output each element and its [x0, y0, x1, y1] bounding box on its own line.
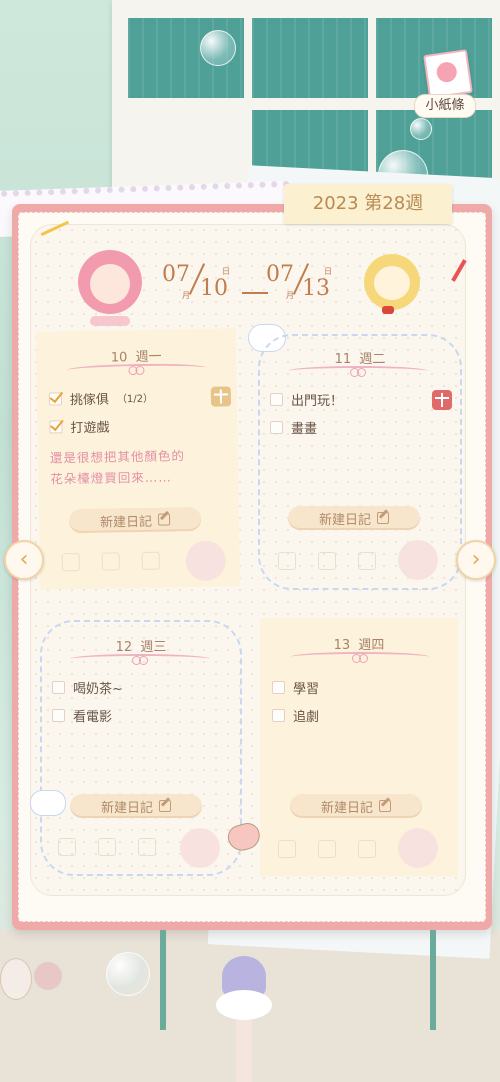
sticker-slot[interactable] — [61, 553, 80, 572]
yellow-cat-character-icon — [352, 246, 432, 326]
bubble-decoration — [200, 30, 236, 66]
bow-icon — [352, 654, 368, 663]
end-day-unit: 日 — [324, 267, 332, 276]
sticker-slot[interactable] — [358, 840, 376, 858]
start-day: 10 — [200, 276, 228, 301]
task-item[interactable]: 出門玩！ — [270, 388, 343, 410]
weekday-label: 週一 — [135, 349, 162, 366]
table-leg — [430, 930, 436, 1030]
bow-icon — [350, 368, 366, 377]
date-dash — [242, 292, 268, 294]
sticker-slot[interactable] — [141, 551, 160, 570]
task-text: 喝奶茶~ — [73, 681, 123, 697]
sticker-slot[interactable] — [138, 838, 156, 856]
end-month: 07 — [266, 262, 294, 287]
note-photo-icon — [423, 49, 473, 99]
sticker-slot[interactable] — [58, 838, 76, 856]
task-item[interactable]: 挑傢俱 （1/2） — [48, 386, 154, 410]
bear-paw-charm-icon — [0, 958, 32, 1000]
day-card-tuesday: 11 週二 出門玩！ 畫畫 新建日記 — [258, 334, 462, 590]
edit-icon — [157, 513, 171, 526]
task-progress: （1/2） — [116, 393, 154, 405]
note-button[interactable]: 小紙條 — [414, 46, 476, 122]
task-text: 學習 — [293, 681, 320, 697]
checkbox-checked[interactable] — [48, 391, 63, 406]
new-diary-button[interactable]: 新建日記 — [70, 794, 202, 818]
stamp-slot[interactable] — [398, 828, 438, 868]
end-day: 13 — [302, 276, 330, 301]
bow-icon — [128, 366, 144, 374]
bubble-decoration — [106, 952, 150, 996]
edit-icon — [159, 800, 171, 812]
sticker-slot[interactable] — [101, 552, 120, 571]
checkbox[interactable] — [270, 420, 283, 434]
edit-icon — [379, 800, 391, 812]
prev-week-button[interactable]: ‹ — [4, 540, 44, 580]
day-card-monday: 10 週一 挑傢俱 （1/2） 打遊戲 還是很想把其他顏色的 花朵檯燈買回來……… — [35, 328, 241, 590]
stamp-slot[interactable] — [180, 828, 220, 868]
checkbox-checked[interactable] — [49, 419, 63, 434]
task-item[interactable]: 喝奶茶~ — [52, 676, 123, 698]
next-week-button[interactable]: › — [456, 540, 496, 580]
checkbox[interactable] — [52, 680, 65, 694]
new-diary-button[interactable]: 新建日記 — [68, 506, 202, 534]
weekday-label: 週三 — [140, 640, 167, 655]
day-card-wednesday: 12 週三 喝奶茶~ 看電影 新建日記 — [40, 620, 242, 876]
diary-memo: 還是很想把其他顏色的 花朵檯燈買回來…… — [49, 448, 186, 487]
sticker-slot[interactable] — [318, 552, 336, 570]
task-text: 出門玩！ — [291, 393, 344, 409]
day-card-thursday: 13 週四 學習 追劇 新建日記 — [260, 618, 458, 876]
start-month: 07 — [162, 262, 190, 287]
sticker-slot[interactable] — [318, 840, 336, 858]
weekday-label: 週四 — [358, 638, 385, 653]
start-day-unit: 日 — [222, 267, 230, 276]
bell-charm-icon — [34, 962, 62, 990]
note-label: 小紙條 — [414, 94, 476, 118]
sticker-slot[interactable] — [278, 840, 296, 858]
chevron-left-icon: ‹ — [19, 547, 29, 572]
task-text: 打遊戲 — [70, 419, 110, 436]
checkbox[interactable] — [272, 708, 285, 722]
task-item[interactable]: 打遊戲 — [49, 414, 110, 437]
checkbox[interactable] — [270, 392, 283, 406]
day-number: 13 — [333, 638, 351, 653]
new-diary-button[interactable]: 新建日記 — [288, 506, 420, 530]
task-item[interactable]: 看電影 — [52, 704, 112, 726]
checkbox[interactable] — [272, 680, 285, 694]
avatar-character-icon — [212, 950, 276, 1082]
sticker-slot[interactable] — [278, 552, 296, 570]
new-diary-button[interactable]: 新建日記 — [290, 794, 422, 818]
task-item[interactable]: 學習 — [272, 676, 319, 698]
task-text: 看電影 — [73, 709, 113, 725]
pink-hair-girl-icon — [70, 246, 150, 326]
sticker-slot[interactable] — [358, 552, 376, 570]
task-text: 挑傢俱 — [69, 391, 110, 408]
day-number: 12 — [115, 640, 133, 655]
task-text: 畫畫 — [291, 421, 318, 437]
cloud-sticker-icon — [30, 790, 66, 816]
bow-icon — [132, 656, 148, 665]
task-item[interactable]: 追劇 — [272, 704, 319, 726]
week-label: 2023 第28週 — [312, 193, 424, 214]
task-item[interactable]: 畫畫 — [270, 416, 317, 438]
week-tab: 2023 第28週 — [284, 184, 452, 224]
stamp-slot[interactable] — [398, 540, 438, 580]
gift-icon[interactable] — [432, 390, 452, 410]
day-number: 11 — [334, 352, 352, 367]
chevron-right-icon: › — [471, 547, 481, 572]
edit-icon — [377, 512, 389, 524]
table-leg — [160, 930, 166, 1030]
weekday-label: 週二 — [359, 352, 386, 367]
sticker-slot[interactable] — [98, 838, 116, 856]
gift-icon[interactable] — [210, 386, 232, 407]
task-text: 追劇 — [293, 709, 320, 725]
day-number: 10 — [110, 350, 128, 366]
checkbox[interactable] — [52, 708, 65, 722]
